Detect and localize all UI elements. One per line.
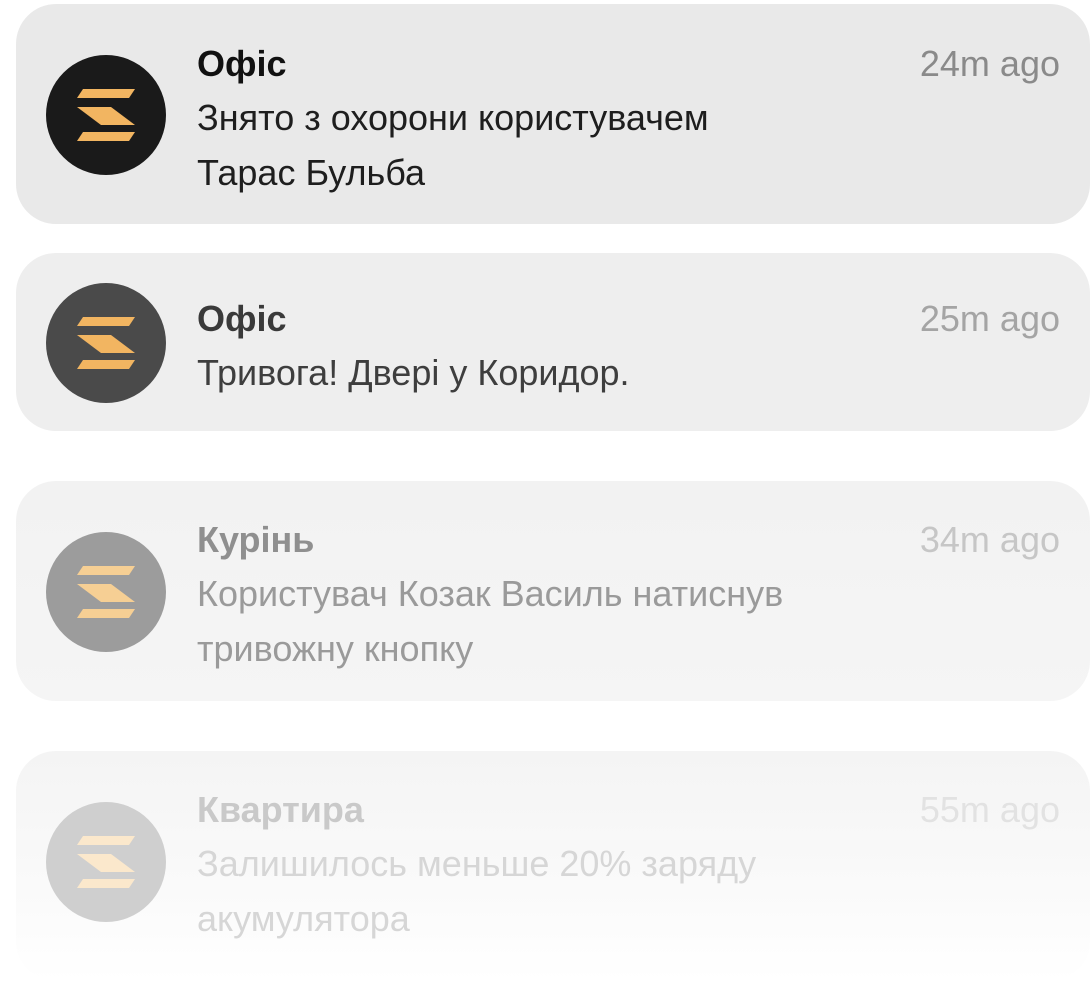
message-line: тривожну кнопку [197,628,474,669]
notification-title: Курінь [197,519,315,560]
notification-message: Знято з охорони користувачем Тарас Бульб… [197,90,897,200]
app-logo-icon [77,317,135,369]
notification-stack: Офіс 24m ago Знято з охорони користуваче… [0,0,1091,1000]
notification-message: Тривога! Двері у Коридор. [197,345,897,400]
app-avatar [46,802,166,922]
notification-time: 55m ago [919,789,1060,830]
message-line: акумулятора [197,898,410,939]
message-line: Тарас Бульба [197,152,426,193]
notification-time: 24m ago [919,43,1060,84]
notification-time: 25m ago [919,298,1060,339]
notification-message: Користувач Козак Василь натиснув тривожн… [197,566,897,676]
app-avatar [46,55,166,175]
notification-card[interactable]: Офіс 24m ago Знято з охорони користуваче… [16,4,1090,224]
message-line: Користувач Козак Василь натиснув [197,573,784,614]
message-line: Залишилось меньше 20% заряду [197,843,757,884]
app-logo-icon [77,89,135,141]
notification-title: Квартира [197,789,364,830]
app-logo-icon [77,836,135,888]
notification-message: Залишилось меньше 20% заряду акумулятора [197,836,897,946]
notification-card[interactable]: Офіс 25m ago Тривога! Двері у Коридор. [16,253,1090,431]
notification-card[interactable]: Квартира 55m ago Залишилось меньше 20% з… [16,751,1090,981]
notification-title: Офіс [197,43,287,84]
notification-time: 34m ago [919,519,1060,560]
app-avatar [46,532,166,652]
app-avatar [46,283,166,403]
notification-card[interactable]: Курінь 34m ago Користувач Козак Василь н… [16,481,1090,701]
message-line: Знято з охорони користувачем [197,97,709,138]
message-line: Тривога! Двері у Коридор. [197,352,630,393]
notification-title: Офіс [197,298,287,339]
app-logo-icon [77,566,135,618]
